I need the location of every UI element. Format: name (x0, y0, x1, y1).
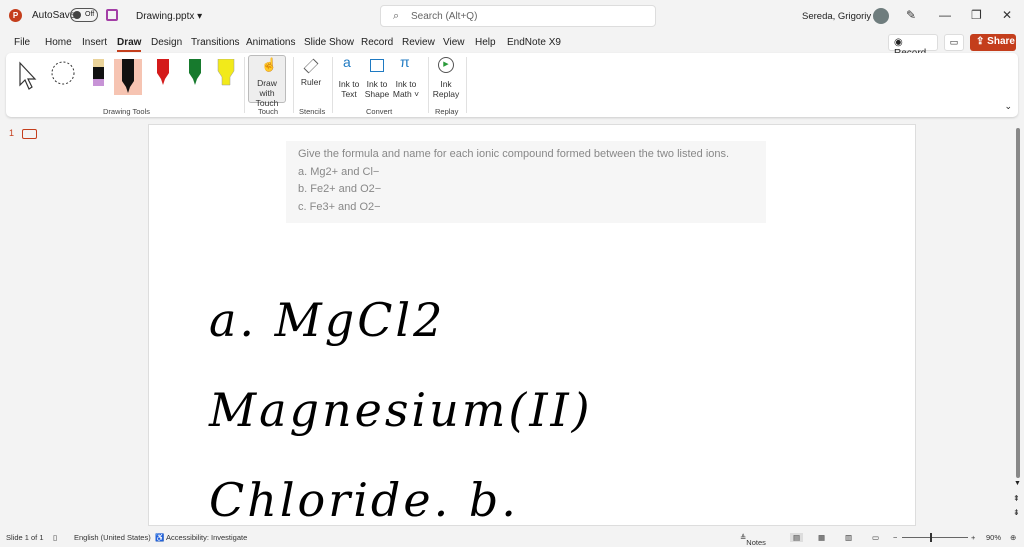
vertical-scrollbar[interactable]: ▼ ⇞ ⇟ (1013, 124, 1023, 526)
save-icon[interactable] (106, 9, 118, 21)
ink-to-math-button[interactable]: π Ink to Math ˅ (392, 54, 420, 99)
slide-counter: Slide 1 of 1 (6, 533, 44, 542)
share-label: Share (987, 36, 1015, 47)
ink-replay-label: Ink Replay (432, 79, 460, 99)
tab-file[interactable]: File (14, 37, 30, 48)
language-status[interactable]: English (United States) (74, 533, 151, 542)
group-label-replay: Replay (435, 107, 459, 116)
record-button[interactable]: ◉ Record (888, 34, 938, 59)
tab-home[interactable]: Home (45, 37, 72, 48)
filename-dropdown[interactable]: Drawing.pptx ▾ (136, 11, 202, 22)
search-input[interactable]: ⌕ Search (Alt+Q) (380, 5, 656, 27)
tab-draw[interactable]: Draw (117, 37, 142, 52)
zoom-slider[interactable] (902, 537, 968, 538)
accessibility-icon: ♿ (155, 533, 165, 542)
fit-to-window-icon[interactable]: ⊕ (1010, 533, 1016, 542)
ruler-button[interactable]: Ruler (298, 57, 324, 87)
user-name[interactable]: Sereda, Grigoriy A (802, 11, 880, 22)
close-button[interactable]: ✕ (1002, 8, 1012, 22)
question-item-c: c. Fe3+ and O2− (298, 200, 381, 213)
green-pen-icon (189, 59, 201, 85)
group-label-touch: Touch (258, 107, 279, 116)
tab-record[interactable]: Record (361, 37, 393, 48)
group-label-drawing-tools: Drawing Tools (103, 107, 150, 116)
question-item-b: b. Fe2+ and O2− (298, 183, 382, 195)
draw-with-touch-button[interactable]: ☝ Draw with Touch (248, 55, 286, 108)
slideshow-icon[interactable]: ▭ (872, 533, 879, 542)
avatar[interactable] (873, 8, 889, 24)
collapse-ribbon-icon[interactable]: ⌄ (1004, 101, 1012, 112)
drawing-tools-icons[interactable] (16, 59, 236, 95)
pen-icon[interactable]: ✎ (906, 8, 916, 22)
pi-icon: π (400, 54, 410, 70)
spelling-icon[interactable]: ▯ (53, 533, 57, 542)
ink-replay-button[interactable]: ▶ Ink Replay (432, 57, 460, 99)
group-label-stencils: Stencils (299, 107, 326, 116)
scrollbar-thumb[interactable] (1016, 128, 1020, 478)
eraser-icon (93, 59, 104, 67)
share-button[interactable]: ⇪ Share (970, 34, 1016, 51)
tab-review[interactable]: Review (402, 37, 435, 48)
slide-canvas[interactable]: Give the formula and name for each ionic… (148, 124, 916, 527)
ink-to-math-label: Ink to Math ˅ (392, 79, 420, 99)
restore-button[interactable]: ❐ (971, 8, 982, 22)
ink-to-shape-button[interactable]: Ink to Shape (364, 57, 390, 99)
touch-hand-icon: ☝ (261, 57, 278, 72)
ink-to-shape-label: Ink to Shape (364, 79, 390, 99)
slide-sorter-icon[interactable]: ▦ (818, 533, 825, 542)
tab-design[interactable]: Design (151, 37, 182, 48)
zoom-slider-thumb[interactable] (930, 533, 932, 542)
highlighter-icon (217, 59, 235, 86)
tab-animations[interactable]: Animations (246, 37, 295, 48)
notes-label: Notes (746, 538, 766, 547)
ruler-label: Ruler (300, 77, 322, 87)
notes-button[interactable]: ≜ Notes (740, 533, 766, 547)
tab-insert[interactable]: Insert (82, 37, 107, 48)
ink-to-text-icon: a (343, 54, 351, 70)
ribbon: Drawing Tools ☝ Draw with Touch Touch Ru… (6, 53, 1018, 117)
handwriting-ink[interactable]: a. MgCl2 Magnesium(II) Chloride. b. (209, 275, 809, 545)
select-arrow-icon (19, 61, 37, 90)
slide-thumbnail[interactable] (22, 129, 37, 139)
red-pen-icon (157, 59, 169, 85)
draw-with-touch-label: Draw with Touch (255, 78, 279, 108)
normal-view-icon[interactable]: ▤ (790, 533, 804, 542)
replay-icon: ▶ (438, 57, 454, 73)
ruler-icon (303, 58, 319, 74)
slide-thumbnails: 1 (0, 120, 50, 526)
ink-to-text-label: Ink to Text (338, 79, 360, 99)
title-bar: P AutoSave Off Drawing.pptx ▾ ⌕ Search (A… (0, 0, 1024, 32)
reading-view-icon[interactable]: ▥ (845, 533, 852, 542)
accessibility-status[interactable]: Accessibility: Investigate (166, 533, 247, 542)
question-item-a: a. Mg2+ and Cl− (298, 165, 380, 178)
zoom-out-button[interactable]: − (893, 533, 897, 542)
search-icon: ⌕ (393, 10, 400, 22)
tab-transitions[interactable]: Transitions (191, 37, 240, 48)
scroll-down-icon[interactable]: ▼ (1014, 480, 1021, 487)
minimize-button[interactable]: — (939, 8, 951, 22)
zoom-level[interactable]: 90% (986, 533, 1001, 542)
lasso-icon (51, 61, 75, 85)
group-label-convert: Convert (366, 107, 393, 116)
tab-view[interactable]: View (443, 37, 465, 48)
question-textbox[interactable]: Give the formula and name for each ionic… (286, 141, 766, 223)
tab-help[interactable]: Help (475, 37, 496, 48)
ribbon-tabs: File Home Insert Draw Design Transitions… (0, 33, 1024, 53)
ink-to-shape-icon (370, 59, 384, 72)
question-line: Give the formula and name for each ionic… (298, 148, 730, 160)
tab-endnote[interactable]: EndNote X9 (507, 37, 561, 48)
powerpoint-logo-icon: P (9, 9, 22, 22)
prev-slide-icon[interactable]: ⇞ (1013, 494, 1020, 503)
ink-to-text-button[interactable]: a Ink to Text (336, 54, 362, 99)
status-bar: Slide 1 of 1 ▯ English (United States) ♿… (0, 528, 1024, 547)
zoom-in-button[interactable]: + (971, 533, 975, 542)
next-slide-icon[interactable]: ⇟ (1013, 508, 1020, 517)
thumbnail-number: 1 (9, 128, 15, 138)
autosave-label: AutoSave (32, 10, 76, 21)
search-placeholder: Search (Alt+Q) (411, 11, 478, 22)
tab-slide-show[interactable]: Slide Show (304, 37, 354, 48)
autosave-toggle[interactable]: Off (70, 8, 98, 22)
comments-button[interactable]: ▭ (944, 34, 964, 51)
